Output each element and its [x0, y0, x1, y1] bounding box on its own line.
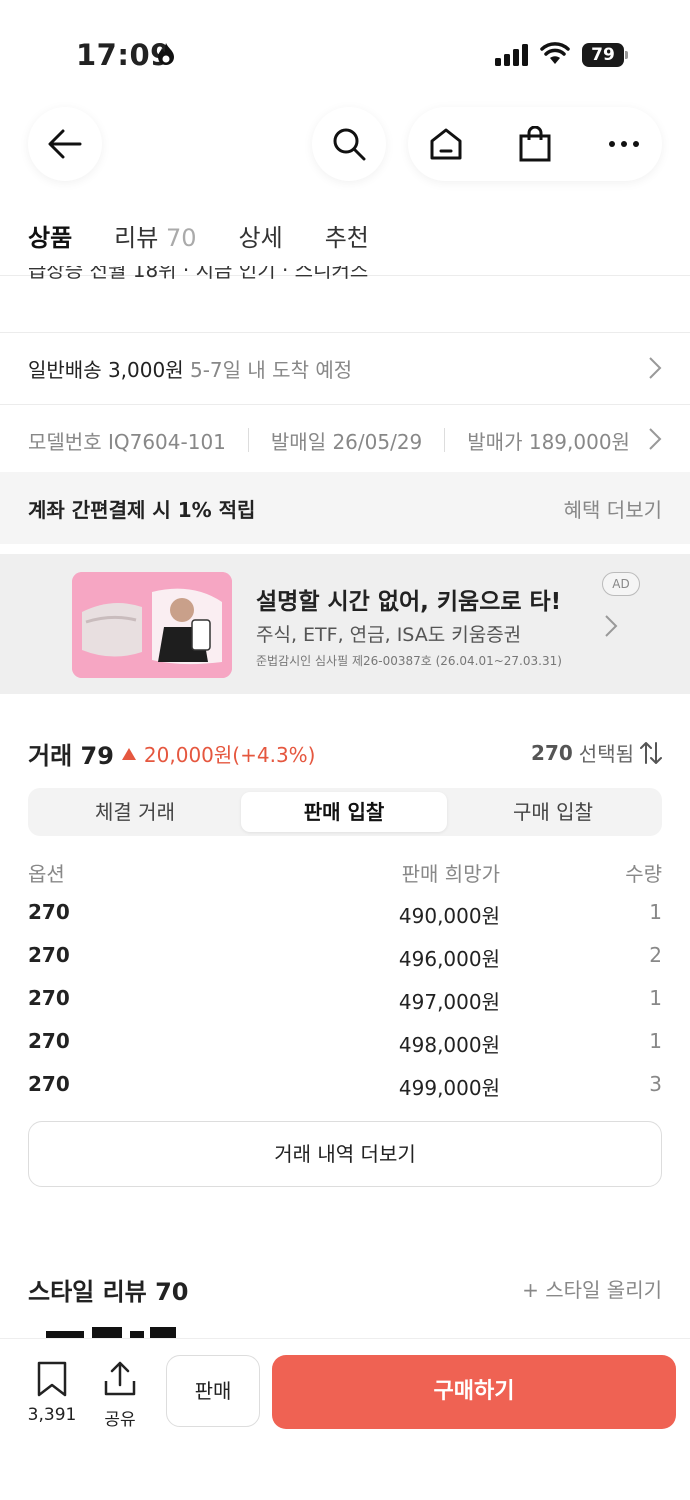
segment-sell-bids[interactable]: 판매 입찰	[241, 792, 447, 832]
shipping-eta: 5-7일 내 도착 예정	[189, 358, 353, 382]
row-price: 497,000원	[398, 990, 500, 1014]
ad-fine-print: 준법감시인 심사필 제26-00387호 (26.04.01~27.03.31)	[256, 654, 562, 668]
cart-button[interactable]	[505, 107, 565, 181]
bottom-action-bar: 3,391 공유 판매 구매하기	[0, 1338, 690, 1500]
sell-button[interactable]: 판매	[166, 1355, 260, 1427]
divider	[0, 332, 690, 333]
more-button[interactable]	[594, 107, 654, 181]
product-tabs: 상품 리뷰 70 상세 추천	[28, 218, 369, 258]
segment-executed[interactable]: 체결 거래	[32, 792, 238, 832]
status-bar: 17:09 79	[0, 0, 690, 100]
style-review-title: 스타일 리뷰 70	[28, 1278, 189, 1306]
more-dots-icon	[609, 141, 639, 147]
battery-indicator: 79	[582, 43, 628, 67]
col-header-price: 판매 희망가	[401, 862, 500, 886]
col-header-option: 옵션	[28, 862, 65, 886]
bookmark-icon	[37, 1361, 67, 1397]
trade-segment-control: 체결 거래 판매 입찰 구매 입찰	[28, 788, 662, 836]
selected-label: 선택됨	[578, 742, 634, 766]
model-number: 모델번호 IQ7604-101	[28, 429, 226, 454]
row-qty: 1	[649, 900, 662, 924]
row-qty: 3	[649, 1072, 662, 1096]
share-label: 공유	[104, 1410, 136, 1430]
style-upload-link[interactable]: + 스타일 올리기	[522, 1274, 662, 1303]
shipping-label: 일반배송 3,000원	[28, 358, 184, 382]
table-row: 270 490,000원 1	[0, 894, 690, 934]
row-price: 490,000원	[398, 904, 500, 928]
table-row: 270 498,000원 1	[0, 1023, 690, 1063]
sort-icon	[640, 741, 662, 764]
battery-level: 79	[591, 45, 615, 65]
row-option: 270	[28, 900, 70, 924]
flame-icon	[158, 43, 174, 65]
search-button[interactable]	[312, 107, 386, 181]
row-option: 270	[28, 943, 70, 967]
row-price: 496,000원	[398, 947, 500, 971]
chevron-right-icon	[649, 428, 662, 450]
shopping-bag-icon	[519, 126, 551, 162]
release-price: 발매가 189,000원	[467, 429, 630, 454]
ad-title: 설명할 시간 없어, 키움으로 타!	[256, 589, 562, 615]
buy-button[interactable]: 구매하기	[272, 1355, 676, 1429]
chevron-right-icon	[605, 615, 618, 637]
row-qty: 2	[649, 943, 662, 967]
release-date: 발매일 26/05/29	[270, 429, 423, 454]
wifi-icon	[540, 42, 570, 64]
share-icon	[104, 1361, 136, 1396]
tab-review-count: 70	[165, 224, 197, 252]
tab-review[interactable]: 리뷰 70	[114, 218, 196, 258]
search-icon	[333, 128, 366, 161]
bookmark-count: 3,391	[27, 1405, 77, 1425]
row-option: 270	[28, 1072, 70, 1096]
benefit-label: 계좌 간편결제 시 1% 적립	[28, 498, 256, 522]
tab-review-label: 리뷰	[114, 224, 159, 252]
trade-title: 거래 79	[28, 742, 114, 770]
row-price: 498,000원	[398, 1033, 500, 1057]
benefit-more-link[interactable]: 혜택 더보기	[564, 494, 662, 523]
selected-size: 270	[531, 740, 573, 765]
ranking-text: 급상승 전월 18위 · 지금 인기 · 스니커즈	[28, 266, 369, 282]
trade-header: 거래 79 20,000원(+4.3%)	[28, 736, 315, 771]
bookmark-button[interactable]: 3,391	[22, 1361, 82, 1425]
shipping-row[interactable]: 일반배송 3,000원 5-7일 내 도착 예정	[28, 354, 352, 383]
row-qty: 1	[649, 986, 662, 1010]
ad-image	[72, 572, 232, 678]
header-actions	[408, 107, 662, 181]
tab-detail[interactable]: 상세	[239, 218, 283, 258]
triangle-up-icon	[121, 747, 136, 760]
share-button[interactable]: 공유	[96, 1361, 144, 1430]
table-row: 270 497,000원 1	[0, 980, 690, 1020]
segment-buy-bids[interactable]: 구매 입찰	[450, 792, 656, 832]
chevron-right-icon	[649, 357, 662, 379]
tab-product[interactable]: 상품	[28, 218, 72, 258]
row-qty: 1	[649, 1029, 662, 1053]
table-row: 270 496,000원 2	[0, 937, 690, 977]
col-header-qty: 수량	[625, 862, 662, 886]
arrow-left-icon	[48, 129, 82, 159]
home-icon	[430, 128, 462, 160]
benefit-banner: 계좌 간편결제 시 1% 적립 혜택 더보기	[0, 472, 690, 544]
home-button[interactable]	[416, 107, 476, 181]
signal-icon	[495, 44, 528, 66]
back-button[interactable]	[28, 107, 102, 181]
table-row: 270 499,000원 3	[0, 1066, 690, 1106]
row-option: 270	[28, 1029, 70, 1053]
divider	[0, 404, 690, 405]
tab-recommend[interactable]: 추천	[325, 218, 369, 258]
ad-banner[interactable]: 설명할 시간 없어, 키움으로 타! 주식, ETF, 연금, ISA도 키움증…	[0, 554, 690, 694]
price-change: 20,000원(+4.3%)	[143, 743, 316, 767]
product-meta-row[interactable]: 모델번호 IQ7604-101 발매일 26/05/29 발매가 189,000…	[28, 425, 648, 455]
size-selector[interactable]: 270 선택됨	[531, 738, 662, 767]
row-price: 499,000원	[398, 1076, 500, 1100]
ranking-links[interactable]: 급상승 전월 18위 · 지금 인기 · 스니커즈	[28, 266, 688, 290]
row-option: 270	[28, 986, 70, 1010]
ad-subtitle: 주식, ETF, 연금, ISA도 키움증권	[256, 624, 522, 646]
ad-badge: AD	[602, 572, 640, 596]
trade-history-more-button[interactable]: 거래 내역 더보기	[28, 1121, 662, 1187]
